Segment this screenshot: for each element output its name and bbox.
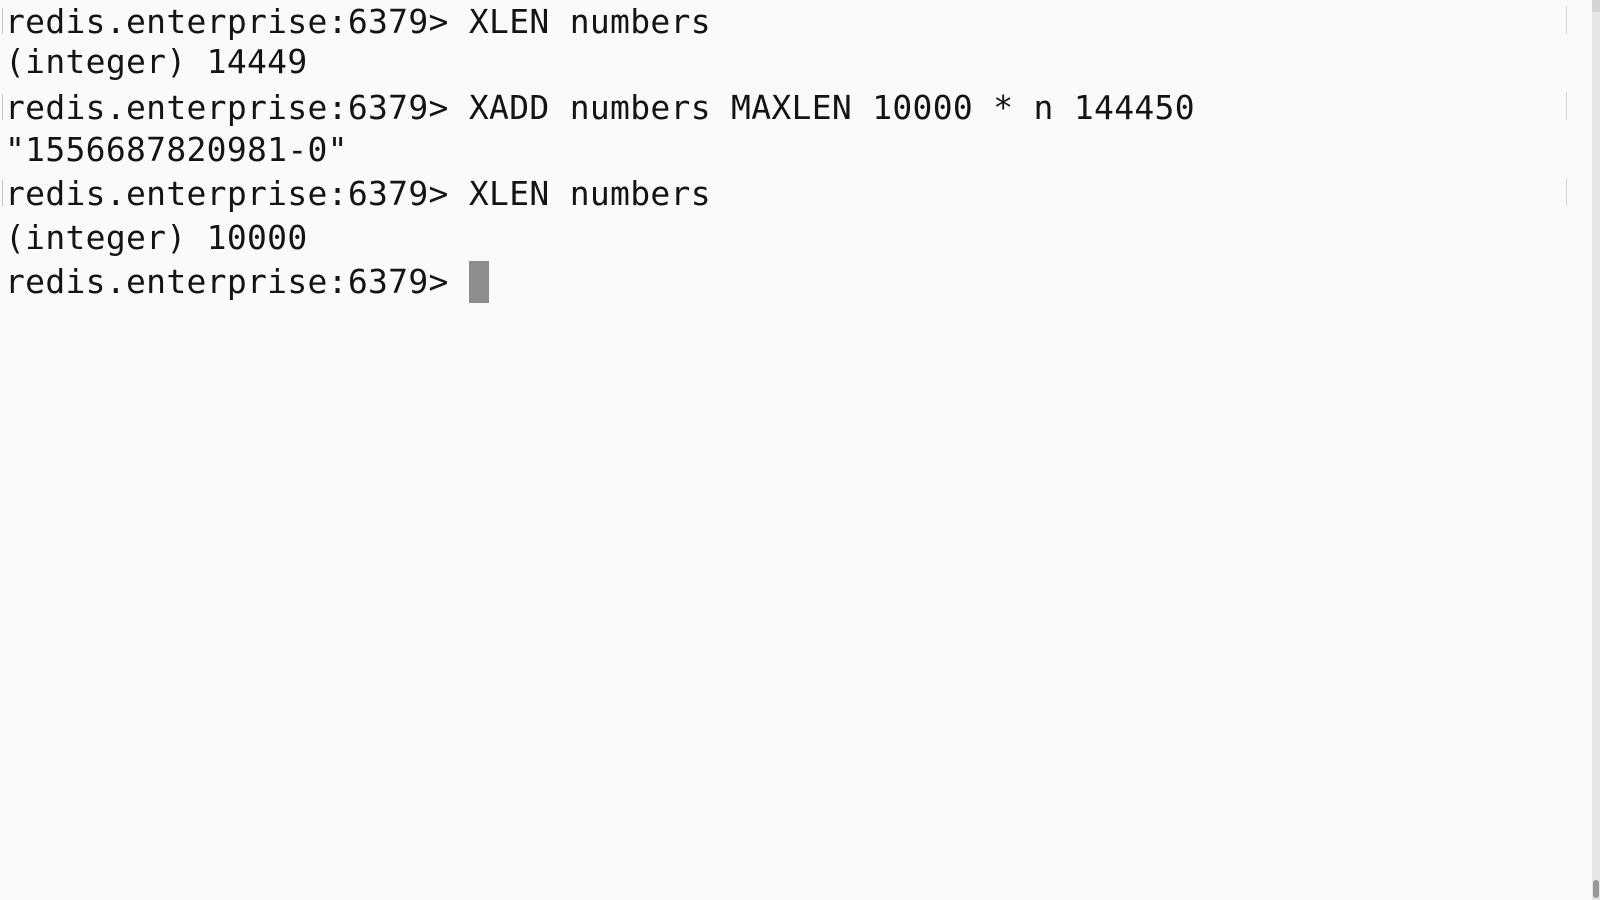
current-prompt-line[interactable]: redis.enterprise:6379>: [5, 260, 489, 304]
scrollbar-thumb[interactable]: [1593, 880, 1599, 898]
command-marker-right: [1566, 92, 1567, 120]
output-line: "1556687820981-0": [5, 130, 348, 169]
output-line: (integer) 10000: [5, 218, 308, 257]
command-line: redis.enterprise:6379> XADD numbers MAXL…: [5, 88, 1195, 127]
terminal-window[interactable]: redis.enterprise:6379> XLEN numbers (int…: [0, 0, 1592, 900]
current-prompt: redis.enterprise:6379>: [5, 262, 469, 301]
command-marker: [2, 8, 3, 34]
scrollbar-top-cap: [1592, 0, 1600, 12]
scrollbar[interactable]: [1592, 0, 1600, 900]
command-line: redis.enterprise:6379> XLEN numbers: [5, 174, 711, 213]
text-cursor: [468, 261, 489, 303]
command-marker-right: [1566, 6, 1567, 34]
command-marker: [2, 180, 3, 206]
command-line: redis.enterprise:6379> XLEN numbers: [5, 2, 711, 41]
command-marker: [2, 94, 3, 120]
command-marker-right: [1566, 178, 1567, 206]
output-line: (integer) 14449: [5, 42, 308, 81]
